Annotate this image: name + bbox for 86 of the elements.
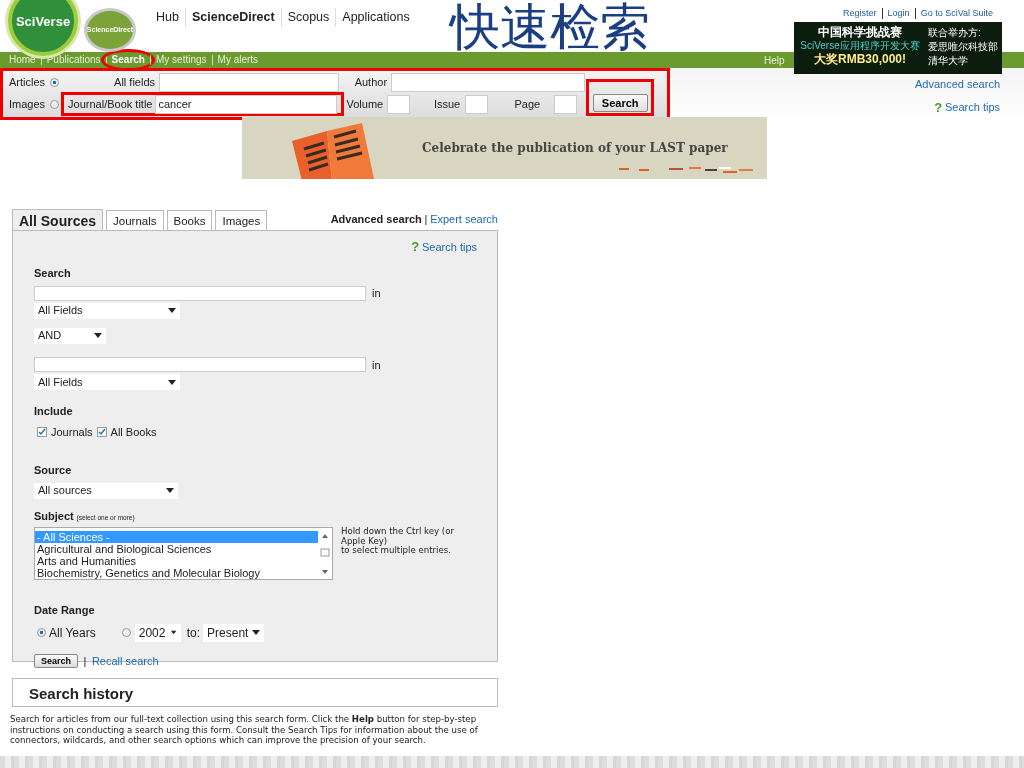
field-label: All fields <box>113 74 156 90</box>
ad-organizer: 爱思唯尔科技部 <box>928 40 998 54</box>
search-mode-link[interactable]: Advanced search <box>330 210 422 228</box>
tab[interactable]: All Sources <box>12 209 104 230</box>
field-dropdown[interactable]: All Fields <box>34 302 180 319</box>
caret-icon <box>252 630 261 635</box>
separator: | <box>83 653 87 669</box>
in-label: in <box>372 357 381 373</box>
field-label: Issue <box>432 96 461 112</box>
search-tips-link[interactable]: Search tips <box>421 238 477 255</box>
search-tips-link[interactable]: Search tips <box>944 99 1000 116</box>
caret-icon <box>94 333 102 338</box>
caret-icon <box>166 488 174 493</box>
nav-link[interactable]: ScienceDirect <box>184 8 281 27</box>
field-label: Journal/Book title <box>68 96 153 112</box>
to-label: to: <box>186 624 201 642</box>
slide-title: 快速检索 <box>450 2 650 52</box>
radio-label: Images <box>9 96 46 112</box>
logo: SciVerse <box>8 0 78 56</box>
author-input[interactable] <box>391 72 586 92</box>
list-option[interactable]: Agricultural and Biological Sciences <box>35 542 318 555</box>
caret-icon <box>168 308 176 313</box>
help-mark: ? <box>411 238 420 256</box>
recall-search-link[interactable]: Recall search <box>91 652 159 669</box>
checkbox-label: Journals <box>51 424 93 440</box>
search-mode-link[interactable]: Expert search <box>430 210 498 228</box>
nav-link[interactable]: Hub <box>150 8 185 27</box>
search-button[interactable]: Search <box>34 653 79 668</box>
ad-organizer: 清华大学 <box>928 54 969 68</box>
field-label: Page <box>513 96 541 112</box>
help-mark: ? <box>934 98 943 117</box>
in-label: in <box>372 286 381 301</box>
promo-ad[interactable]: 中国科学挑战赛 SciVerse应用程序开发大赛 大奖RMB30,000! 联合举办方: 爱思唯尔科技部 清华大学 <box>794 22 1002 74</box>
connector-dropdown[interactable]: AND <box>34 327 106 344</box>
account-link[interactable]: Login <box>881 8 915 19</box>
year-dropdown[interactable]: 2002 <box>134 623 181 642</box>
list-option[interactable]: Biochemistry, Genetics and Molecular Biology <box>35 566 318 579</box>
ad-organizer-label: 联合举办方: <box>928 26 982 40</box>
separator: | <box>424 211 428 227</box>
tab[interactable]: Books <box>166 210 213 230</box>
checkbox[interactable] <box>37 426 47 437</box>
search-term-input[interactable] <box>34 285 366 301</box>
page-input[interactable] <box>554 94 578 114</box>
checkbox-label: All Books <box>110 424 157 440</box>
radio-button[interactable] <box>121 628 131 637</box>
search-term-input[interactable] <box>34 357 366 373</box>
year-dropdown[interactable]: Present <box>203 623 265 642</box>
section-label: Include <box>34 404 74 419</box>
section-label: Subject <box>34 508 74 524</box>
list-option[interactable]: Arts and Humanities <box>35 554 318 567</box>
ad-headline: 中国科学挑战赛 <box>818 25 902 39</box>
section-label: Date Range <box>34 603 96 618</box>
radio-button[interactable] <box>50 77 60 87</box>
field-dropdown[interactable]: All Fields <box>34 374 180 390</box>
radio-label: Articles <box>9 74 46 90</box>
checkbox[interactable] <box>96 426 107 437</box>
issue-input[interactable] <box>465 94 489 114</box>
search-button[interactable]: Search <box>592 94 648 112</box>
description-text: Search for articles from our full-text collection using this search form. Click the Help button for step-by-step instructions on conducting a search using this form. Consult the Search Tips for information about the use of connectors, wildcards, and other search options which can improve the precision of your search. <box>10 714 479 746</box>
journal-input[interactable]: cancer <box>155 94 338 114</box>
field-label: Volume <box>346 96 384 112</box>
section-label: Search <box>34 265 72 281</box>
banner-text: Celebrate the publication of your LAST paper <box>422 140 728 157</box>
radio-button[interactable] <box>50 99 60 109</box>
tab[interactable]: Journals <box>106 210 164 230</box>
advanced-search-link[interactable]: Advanced search <box>915 76 1000 93</box>
radio-button[interactable] <box>37 628 46 637</box>
ad-subline: SciVerse应用程序开发大赛 <box>800 39 920 52</box>
caret-icon <box>168 379 176 385</box>
account-link[interactable]: Go to SciVal Suite <box>914 8 998 19</box>
field-label: Author <box>353 74 388 90</box>
tab[interactable]: Images <box>215 210 268 230</box>
all-fields-input[interactable] <box>159 72 340 92</box>
caret-icon <box>171 630 177 635</box>
subject-listbox[interactable]: - All Sciences - Agricultural and Biological Sciences Arts and Humanities Biochemistry, Genetics and Molecular Biology <box>34 527 333 580</box>
source-dropdown[interactable]: All sources <box>34 482 178 499</box>
account-link[interactable]: Register <box>838 8 882 19</box>
ad-prize: 大奖RMB30,000! <box>814 52 906 67</box>
volume-input[interactable] <box>387 94 411 114</box>
section-label: Source <box>34 463 73 478</box>
section-heading: Search history <box>12 678 498 707</box>
radio-label: All Years <box>49 624 96 642</box>
hint-text: Hold down the Ctrl key (or Apple Key) to select multiple entries. <box>341 527 454 557</box>
nav-link[interactable]: Applications <box>335 8 416 27</box>
nav-link[interactable]: Scopus <box>280 8 336 27</box>
ad-banner[interactable]: Celebrate the publication of your LAST paper <box>242 117 767 179</box>
